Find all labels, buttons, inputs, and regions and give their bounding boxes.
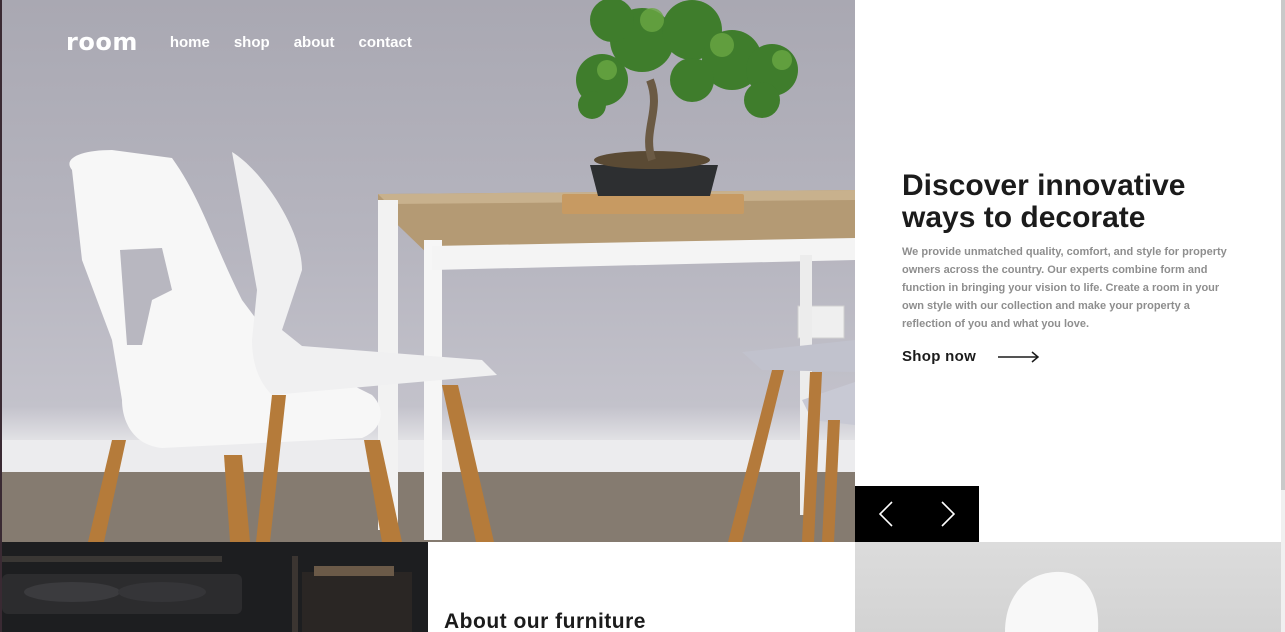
- chair-white: [232, 152, 497, 395]
- about-section: About our furniture: [428, 542, 855, 632]
- hero-illustration: [2, 0, 855, 542]
- shop-now-label: Shop now: [902, 348, 977, 365]
- nav-link-shop[interactable]: shop: [234, 34, 270, 51]
- slider-next-button[interactable]: [917, 486, 979, 542]
- arrow-right-icon: [998, 350, 1040, 363]
- slider-prev-button[interactable]: [855, 486, 917, 542]
- hero-description: We provide unmatched quality, comfort, a…: [902, 246, 1227, 330]
- nav-link-contact[interactable]: contact: [359, 34, 412, 51]
- nav-link-about[interactable]: about: [294, 34, 335, 51]
- main-nav: room home shop about contact: [66, 28, 436, 56]
- bonsai-tray: [562, 194, 744, 214]
- scrollbar-thumb[interactable]: [1281, 0, 1285, 490]
- chevron-left-icon: [879, 501, 893, 527]
- nav-link-home[interactable]: home: [170, 34, 210, 51]
- chair-white: [69, 150, 381, 448]
- about-light-image: [855, 542, 1281, 632]
- table-leg: [424, 240, 442, 540]
- shop-now-link[interactable]: Shop now: [902, 348, 1040, 365]
- bonsai-trunk: [645, 78, 658, 162]
- about-dark-image: [2, 542, 428, 632]
- bonsai-foliage: [576, 0, 798, 119]
- bonsai-pot: [590, 165, 718, 196]
- chevron-right-icon: [941, 501, 955, 527]
- slider-controls: [855, 486, 979, 542]
- chair-white-shell: [1005, 571, 1099, 632]
- about-heading: About our furniture: [444, 610, 646, 632]
- hero-text-panel: Discover innovative ways to decorate We …: [855, 0, 1281, 542]
- logo[interactable]: room: [66, 28, 138, 56]
- hero-image: room home shop about contact: [2, 0, 855, 542]
- hero-headline: Discover innovative ways to decorate: [902, 169, 1186, 234]
- chair-grey: [742, 340, 855, 372]
